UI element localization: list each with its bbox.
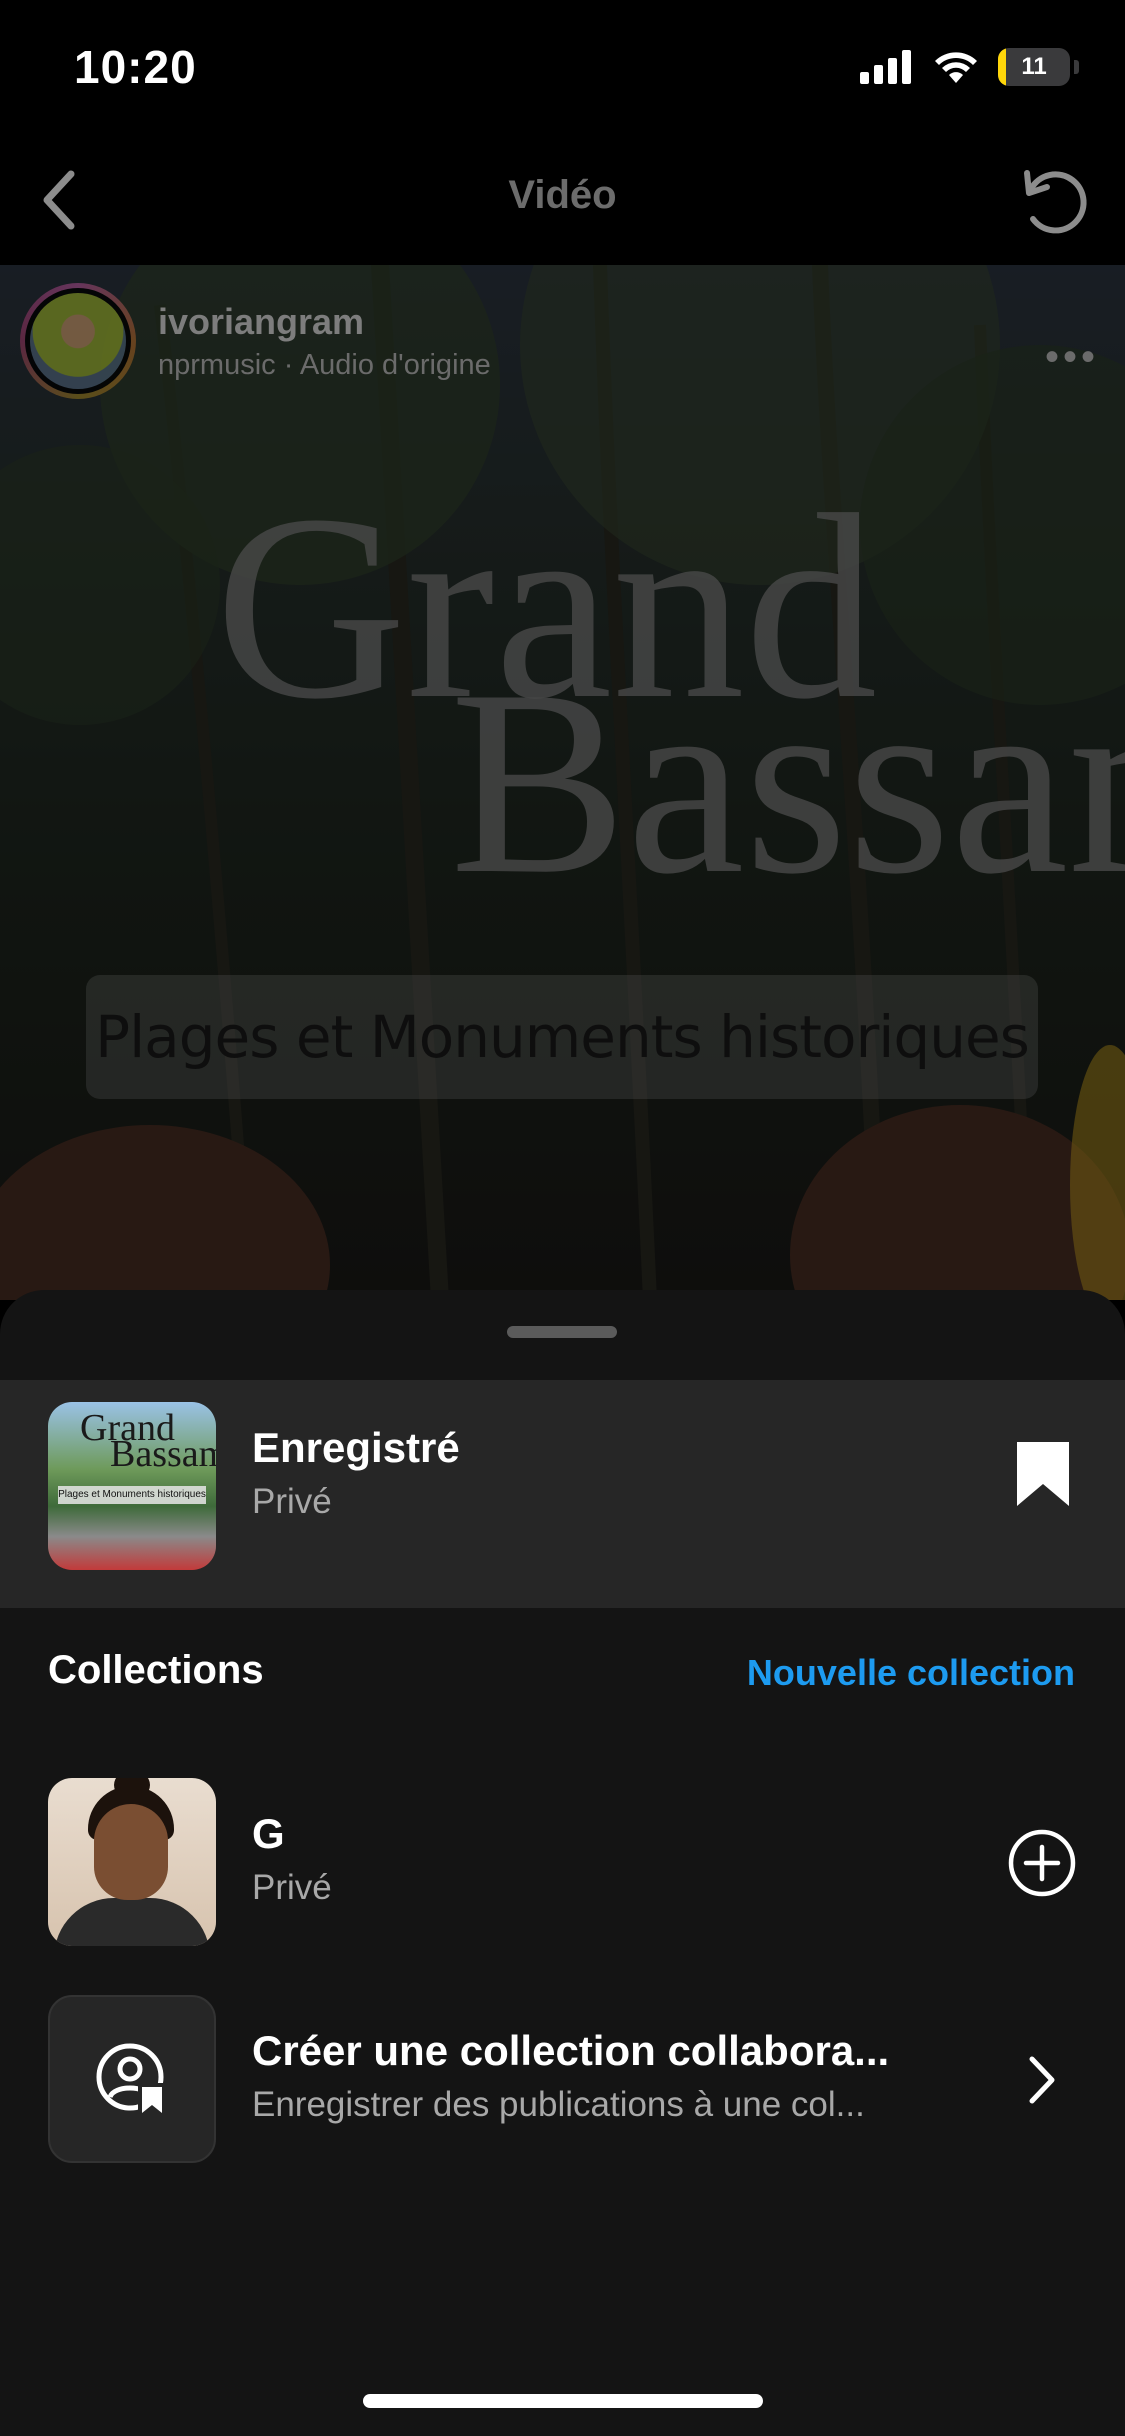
thumb-title-line2: Bassam (110, 1433, 216, 1475)
refresh-button[interactable] (1013, 159, 1095, 241)
collections-heading: Collections (48, 1648, 264, 1692)
video-dim-overlay (0, 265, 1125, 1300)
sheet-handle[interactable] (507, 1326, 617, 1338)
refresh-icon (1024, 170, 1087, 234)
collection-subtitle: Enregistrer des publications à une col..… (252, 2085, 865, 2124)
nav-bar: Vidéo (0, 135, 1125, 265)
battery-level: 11 (1021, 53, 1047, 80)
chevron-right-icon (1029, 2056, 1055, 2104)
collection-title: G (252, 1810, 285, 1857)
new-collection-button[interactable]: Nouvelle collection (747, 1652, 1075, 1694)
collection-row-g[interactable]: G Privé (0, 1778, 1125, 1946)
post-header: ivoriangram nprmusic · Audio d'origine (20, 283, 491, 399)
more-horizontal-icon[interactable]: ••• (1045, 335, 1099, 380)
signal-icon (860, 50, 911, 84)
saved-title: Enregistré (252, 1424, 460, 1471)
collection-thumbnail (48, 1778, 216, 1946)
collection-thumbnail (48, 1995, 216, 2163)
avatar-inner (25, 288, 131, 394)
status-icons: 11 (860, 48, 1079, 86)
battery-icon: 11 (998, 48, 1070, 86)
save-bottom-sheet: Grand Bassam Plages et Monuments histori… (0, 1290, 1125, 2436)
thumb-caption: Plages et Monuments historiques (58, 1486, 206, 1504)
post-username[interactable]: ivoriangram (158, 301, 491, 343)
bookmark-filled-icon[interactable] (1015, 1440, 1071, 1508)
open-collaborative-button[interactable] (1007, 2045, 1077, 2115)
status-time: 10:20 (74, 41, 197, 93)
saved-thumbnail: Grand Bassam Plages et Monuments histori… (48, 1402, 216, 1570)
collaborative-bookmark-icon (96, 2043, 166, 2115)
status-bar: 10:20 11 (0, 0, 1125, 135)
battery-cap (1074, 60, 1079, 74)
plus-circle-icon (1008, 1829, 1076, 1897)
saved-row[interactable]: Grand Bassam Plages et Monuments histori… (0, 1380, 1125, 1608)
wifi-icon (935, 52, 977, 83)
create-collaborative-collection-row[interactable]: Créer une collection collabora... Enregi… (0, 1995, 1125, 2163)
home-indicator[interactable] (363, 2394, 763, 2408)
post-meta: ivoriangram nprmusic · Audio d'origine (158, 301, 491, 382)
video-player[interactable]: Grand Bassam Plages et Monuments histori… (0, 265, 1125, 1300)
thumb-shirt (54, 1898, 210, 1946)
collection-title: Créer une collection collabora... (252, 2027, 890, 2074)
post-audio[interactable]: nprmusic · Audio d'origine (158, 349, 491, 382)
page-title: Vidéo (508, 173, 617, 217)
avatar[interactable] (20, 283, 136, 399)
thumb-face (94, 1804, 168, 1900)
add-to-collection-button[interactable] (1007, 1828, 1077, 1898)
battery-fill (998, 48, 1006, 86)
avatar-image (30, 293, 126, 389)
saved-subtitle: Privé (252, 1482, 332, 1521)
collection-subtitle: Privé (252, 1868, 332, 1907)
